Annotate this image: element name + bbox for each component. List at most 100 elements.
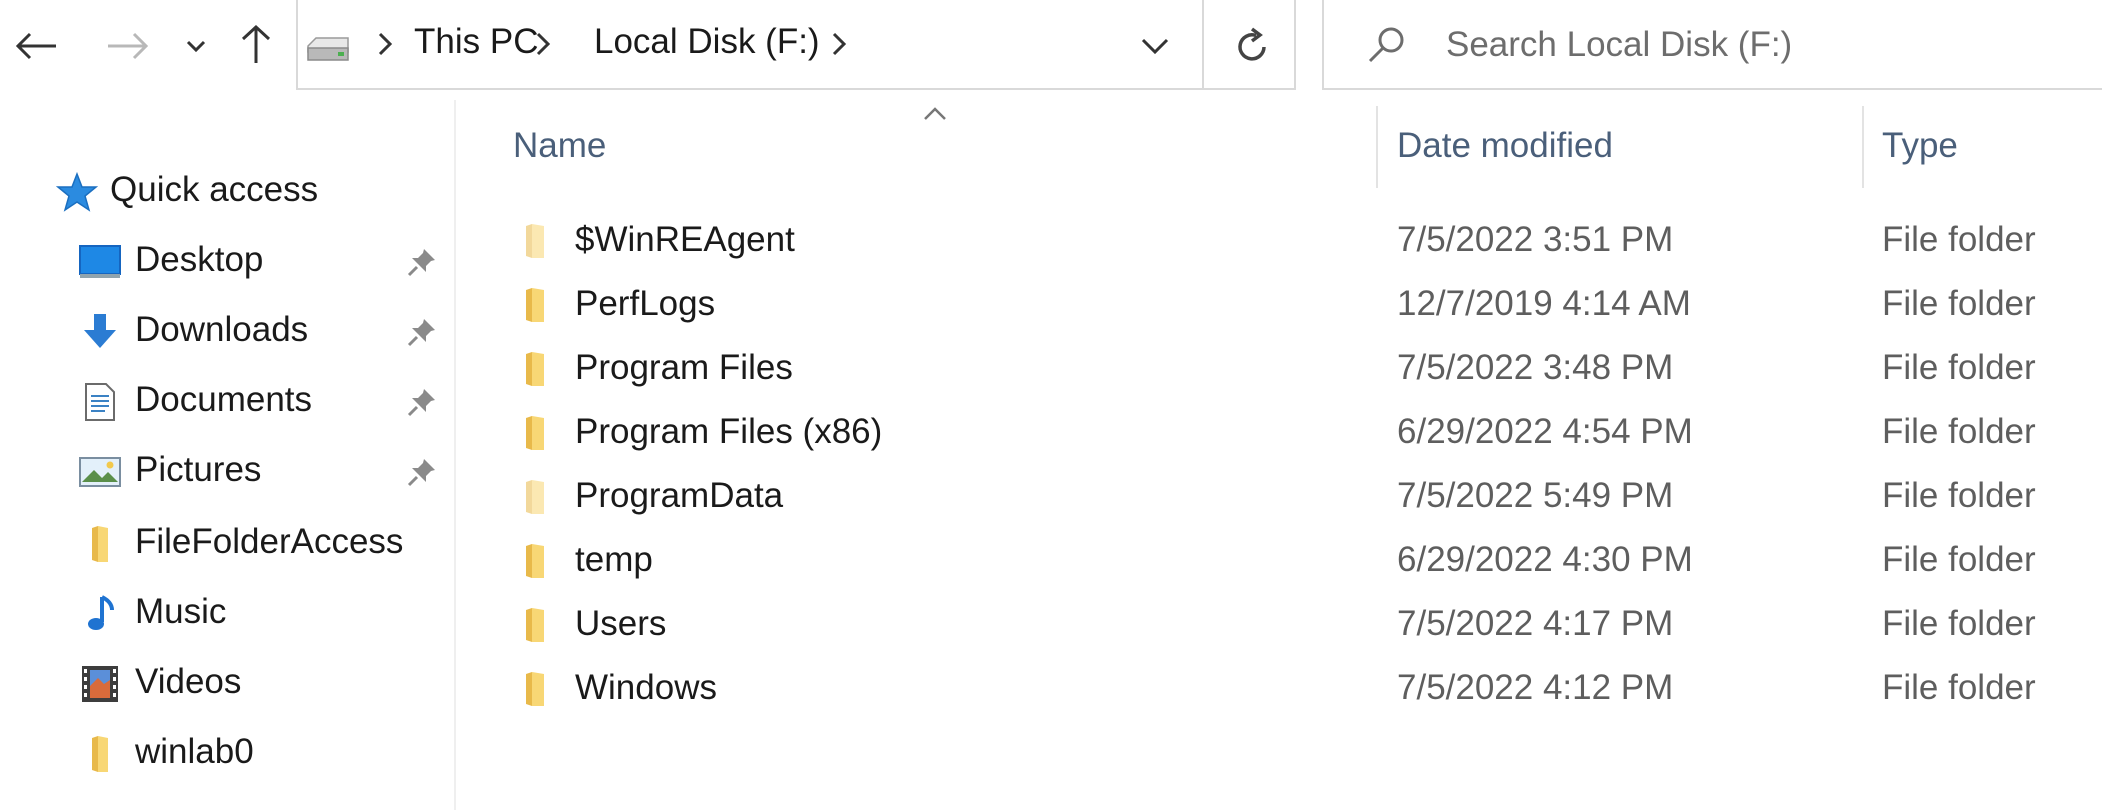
back-button[interactable] [6,16,66,76]
table-row[interactable]: PerfLogs 12/7/2019 4:14 AM File folder [500,274,2102,336]
pin-icon[interactable] [406,386,438,418]
sidebar-item-label: Documents [135,380,313,419]
search-box[interactable] [1322,0,2102,90]
file-type: File folder [1882,284,2036,323]
sidebar-item-label: Pictures [135,450,262,489]
forward-button[interactable] [98,16,158,76]
forward-arrow-icon [108,32,149,60]
file-type: File folder [1882,348,2036,387]
pin-icon[interactable] [406,456,438,488]
breadcrumb-local-disk[interactable]: Local Disk (F:) [594,22,820,62]
up-arrow-icon [241,24,271,63]
folder-icon [526,288,544,322]
file-date-modified: 7/5/2022 5:49 PM [1397,476,1674,515]
file-name: $WinREAgent [575,220,795,259]
sidebar-item-winlab0[interactable]: winlab0 [60,724,450,784]
folder-icon [92,736,108,772]
file-date-modified: 12/7/2019 4:14 AM [1397,284,1691,323]
file-type: File folder [1882,604,2036,643]
sidebar-item-label: Downloads [135,310,309,349]
chevron-down-icon [186,40,206,53]
folder-icon [526,224,544,258]
column-header-type[interactable]: Type [1882,126,1958,166]
file-date-modified: 6/29/2022 4:54 PM [1397,412,1693,451]
pictures-icon [79,457,121,487]
address-bar[interactable]: This PC Local Disk (F:) [296,0,1296,90]
recent-locations-button[interactable] [168,16,224,76]
document-icon [85,383,115,421]
sidebar-item-label: winlab0 [135,732,254,771]
pin-icon[interactable] [406,316,438,348]
videos-icon [82,666,118,702]
column-header-name[interactable]: Name [513,126,606,166]
sidebar-item-documents[interactable]: Documents [60,372,450,432]
drive-icon [307,37,349,61]
breadcrumb-separator-icon [536,32,551,56]
sidebar-item-filefolderaccess[interactable]: FileFolderAccess [60,514,450,574]
breadcrumb-separator-icon[interactable] [824,26,854,62]
sidebar-item-quick-access[interactable]: Quick access [0,162,390,222]
search-icon [1368,27,1404,63]
column-divider[interactable] [1862,106,1864,188]
file-type: File folder [1882,412,2036,451]
star-icon [56,172,98,212]
folder-icon [526,480,544,514]
column-header-row [456,100,2102,190]
address-history-chevron-icon[interactable] [1140,36,1170,56]
file-date-modified: 7/5/2022 3:48 PM [1397,348,1674,387]
breadcrumb-this-pc[interactable]: This PC [414,22,538,62]
up-button[interactable] [226,14,286,74]
column-header-date-modified[interactable]: Date modified [1397,126,1613,166]
folder-icon [526,672,544,706]
table-row[interactable]: $WinREAgent 7/5/2022 3:51 PM File folder [500,210,2102,272]
refresh-button[interactable] [1222,16,1282,76]
sidebar-item-pictures[interactable]: Pictures [60,442,450,502]
file-date-modified: 6/29/2022 4:30 PM [1397,540,1693,579]
refresh-icon [1238,27,1266,61]
file-name: Users [575,604,667,643]
file-type: File folder [1882,220,2036,259]
table-row[interactable]: Program Files (x86) 6/29/2022 4:54 PM Fi… [500,402,2102,464]
table-row[interactable]: Program Files 7/5/2022 3:48 PM File fold… [500,338,2102,400]
file-name: ProgramData [575,476,784,515]
address-divider [1202,0,1204,90]
table-row[interactable]: ProgramData 7/5/2022 5:49 PM File folder [500,466,2102,528]
breadcrumb-separator-icon [378,32,393,56]
sidebar-item-label: Videos [135,662,242,701]
sidebar-item-desktop[interactable]: Desktop [60,232,450,292]
folder-icon [526,608,544,642]
file-type: File folder [1882,668,2036,707]
sidebar-item-label: Desktop [135,240,264,279]
file-name: Program Files [575,348,793,387]
file-name: temp [575,540,653,579]
file-date-modified: 7/5/2022 3:51 PM [1397,220,1674,259]
quick-access-label: Quick access [110,170,319,209]
file-type: File folder [1882,476,2036,515]
folder-icon [92,526,108,562]
back-arrow-icon [15,32,56,60]
pin-icon[interactable] [406,246,438,278]
table-row[interactable]: Windows 7/5/2022 4:12 PM File folder [500,658,2102,720]
folder-icon [526,544,544,578]
pane-divider [454,100,456,810]
table-row[interactable]: Users 7/5/2022 4:17 PM File folder [500,594,2102,656]
sidebar-item-downloads[interactable]: Downloads [60,302,450,362]
file-date-modified: 7/5/2022 4:17 PM [1397,604,1674,643]
column-divider[interactable] [1376,106,1378,188]
download-icon [84,314,116,348]
table-row[interactable]: temp 6/29/2022 4:30 PM File folder [500,530,2102,592]
sidebar-item-music[interactable]: Music [60,584,450,644]
sidebar-item-videos[interactable]: Videos [60,654,450,714]
file-name: Windows [575,668,717,707]
sidebar-item-label: Music [135,592,227,631]
file-name: Program Files (x86) [575,412,883,451]
desktop-icon [79,245,121,278]
folder-icon [526,352,544,386]
music-icon [88,595,114,630]
sidebar-item-label: FileFolderAccess [135,522,404,561]
folder-icon [526,416,544,450]
file-type: File folder [1882,540,2036,579]
search-input[interactable] [1444,18,2048,72]
file-name: PerfLogs [575,284,716,323]
file-date-modified: 7/5/2022 4:12 PM [1397,668,1674,707]
